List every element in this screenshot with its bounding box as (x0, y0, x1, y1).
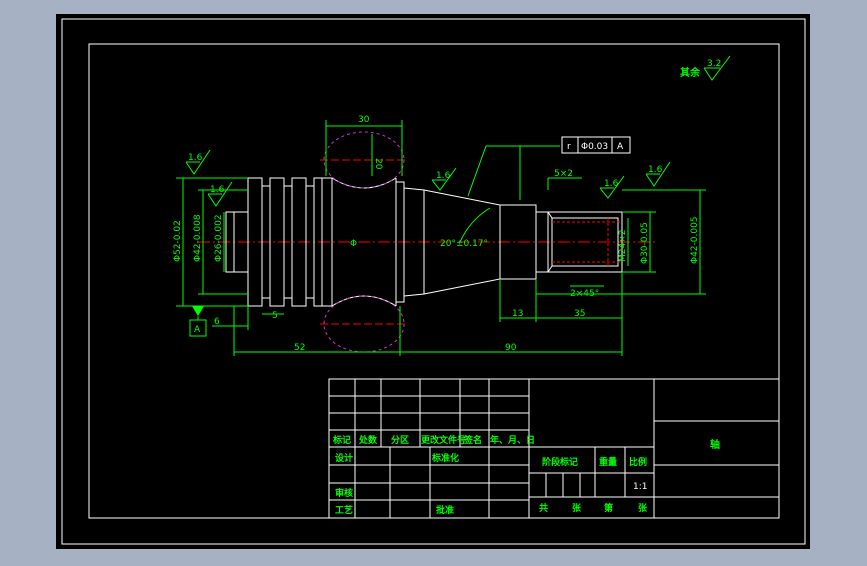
tb-weight: 重量 (599, 456, 617, 468)
dim-90: 90 (505, 343, 517, 353)
dim-13: 13 (512, 309, 523, 319)
default-roughness-label: 其余 (680, 66, 701, 79)
roughness-1: 1.6 (188, 153, 203, 163)
tolerance-symbol: r (567, 142, 571, 152)
dim-thread: M24×2 (618, 230, 628, 262)
dim-2x45: 2×45° (570, 289, 599, 299)
drawing-sheet (56, 14, 810, 549)
tb-header-mark: 标记 (332, 434, 351, 446)
tb-sheet: 张 (638, 502, 648, 514)
tb-standardize: 标准化 (431, 452, 459, 464)
dim-5: 5 (272, 311, 278, 321)
dim-dia-52: Φ52-0.02 (173, 220, 183, 262)
roughness-5: 1.6 (648, 165, 663, 175)
tb-header-sign: 签名 (463, 434, 482, 446)
dim-35: 35 (574, 309, 585, 319)
tb-scale-label: 比例 (629, 456, 647, 468)
tb-header-date: 年、月、日 (490, 434, 535, 446)
dim-dia-42: Φ42-0.008 (193, 214, 203, 262)
tb-process: 工艺 (335, 504, 353, 516)
tb-header-zone: 分区 (391, 434, 409, 446)
roughness-4: 1.6 (604, 179, 619, 189)
dim-30: 30 (358, 115, 370, 125)
tb-total: 共 (539, 502, 548, 514)
dim-5x2: 5×2 (554, 169, 573, 179)
part-name: 轴 (710, 438, 720, 451)
dim-angle: 20°±0.17° (440, 239, 488, 249)
tolerance-datum: A (617, 142, 624, 152)
roughness-2: 1.6 (210, 185, 225, 195)
tb-design: 设计 (335, 452, 353, 464)
dim-phi-center: Φ (350, 239, 357, 249)
tb-header-count: 处数 (358, 434, 378, 446)
tolerance-value: Φ0.03 (581, 142, 608, 152)
tb-review: 审核 (335, 487, 353, 499)
dim-52: 52 (294, 343, 305, 353)
dim-r20: 20 (373, 158, 383, 170)
dim-dia-26: Φ26-0.002 (214, 214, 224, 262)
dim-dia-30-right: Φ30-0.05 (640, 222, 650, 264)
cad-viewport[interactable]: 其余 3.2 A r Φ0.03 A 1.6 1.6 1.6 1.6 1.6 3… (0, 0, 867, 562)
tb-sheets: 张 (572, 502, 582, 514)
tb-nth: 第 (604, 502, 613, 514)
datum-label: A (194, 325, 201, 335)
tb-stage-mark: 阶段标记 (542, 456, 578, 468)
tb-scale-value: 1:1 (633, 482, 647, 492)
roughness-3: 1.6 (436, 171, 451, 181)
tb-header-doc: 更改文件号 (421, 434, 466, 446)
dim-6: 6 (214, 317, 220, 327)
tb-approve: 批准 (436, 504, 454, 516)
dim-dia-42-right: Φ42-0.005 (690, 216, 700, 264)
